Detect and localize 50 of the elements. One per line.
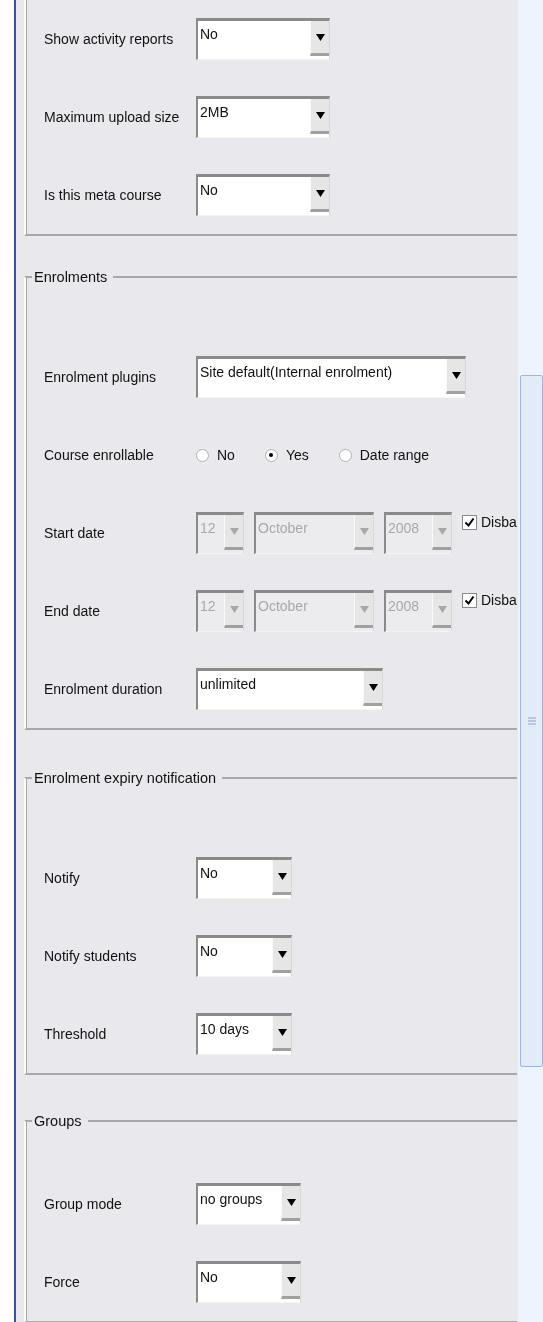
caret-icon bbox=[368, 682, 378, 692]
section-legend: Enrolments bbox=[32, 269, 114, 285]
field-label: Is this meta course bbox=[44, 187, 163, 203]
caret-icon bbox=[277, 1027, 287, 1037]
radio-option[interactable]: No bbox=[196, 447, 235, 463]
radio-button[interactable] bbox=[338, 448, 352, 462]
dropdown[interactable]: No bbox=[196, 174, 330, 216]
caret-icon bbox=[286, 1197, 296, 1207]
caret-icon bbox=[359, 526, 369, 536]
field-label: Enrolment duration bbox=[44, 681, 164, 697]
field-label: Start date bbox=[44, 525, 106, 541]
dropdown[interactable]: no groups bbox=[196, 1183, 301, 1225]
caret-icon bbox=[229, 526, 239, 536]
dropdown[interactable]: 10 days bbox=[196, 1013, 292, 1055]
scrollbar-thumb[interactable] bbox=[520, 375, 543, 1067]
field-label: Show activity reports bbox=[44, 31, 175, 47]
field-label: Threshold bbox=[44, 1026, 108, 1042]
field-label: Force bbox=[44, 1274, 81, 1290]
caret-icon bbox=[277, 949, 287, 959]
field-label: Group mode bbox=[44, 1196, 123, 1212]
caret-icon bbox=[277, 871, 287, 881]
section-legend: Enrolment expiry notification bbox=[32, 770, 223, 786]
field-label: Enrolment plugins bbox=[44, 369, 158, 385]
field-label: Course enrollable bbox=[44, 447, 155, 463]
dropdown[interactable]: unlimited bbox=[196, 668, 383, 710]
field-label: Notify students bbox=[44, 948, 138, 964]
dropdown[interactable]: Site default(Internal enrolment) bbox=[196, 356, 466, 398]
caret-icon bbox=[437, 526, 447, 536]
dropdown[interactable]: No bbox=[196, 857, 292, 899]
radio-option[interactable]: Yes bbox=[264, 447, 309, 463]
field-label: End date bbox=[44, 603, 102, 619]
caret-icon bbox=[451, 370, 461, 380]
caret-icon bbox=[286, 1275, 296, 1285]
field-label: Notify bbox=[44, 870, 81, 886]
caret-icon bbox=[315, 188, 325, 198]
caret-icon bbox=[359, 604, 369, 614]
dropdown[interactable]: No bbox=[196, 935, 292, 977]
grip-icon bbox=[527, 717, 536, 725]
radio-button[interactable] bbox=[196, 448, 209, 462]
radio-button[interactable] bbox=[264, 448, 278, 462]
caret-icon bbox=[229, 604, 239, 614]
radio-option[interactable]: Date range bbox=[338, 447, 430, 463]
field-label: Maximum upload size bbox=[44, 109, 181, 125]
caret-icon bbox=[315, 32, 325, 42]
dropdown[interactable]: 2MB bbox=[196, 96, 330, 138]
dropdown[interactable]: No bbox=[196, 1261, 301, 1303]
caret-icon bbox=[437, 604, 447, 614]
caret-icon bbox=[315, 110, 325, 120]
dropdown[interactable]: No bbox=[196, 18, 330, 60]
section-legend: Groups bbox=[32, 1113, 88, 1129]
